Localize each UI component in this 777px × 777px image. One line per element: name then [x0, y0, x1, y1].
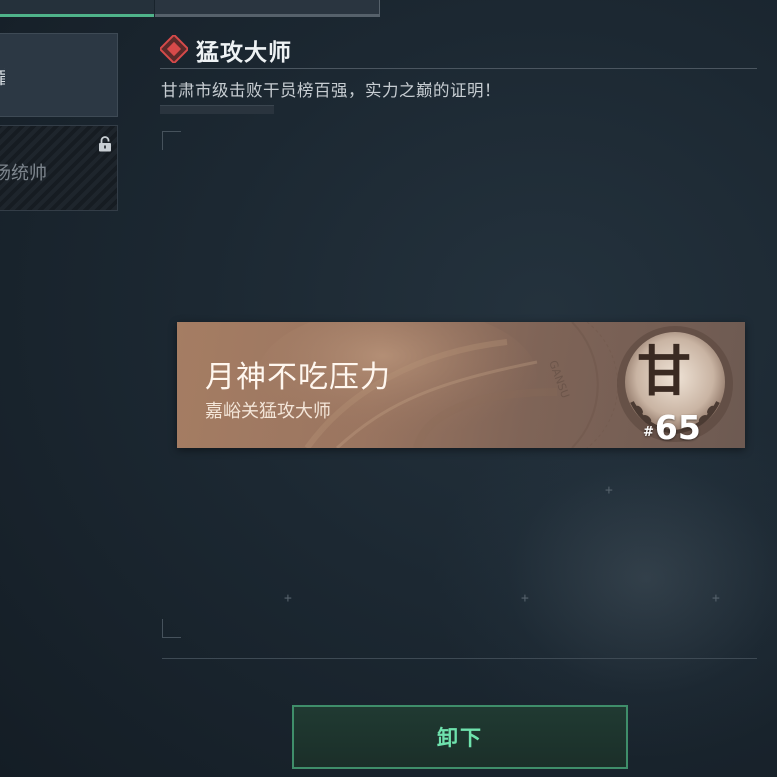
page-description: 甘肃市级击败干员榜百强，实力之巅的证明！: [161, 81, 501, 100]
crosshair-icon: +: [521, 591, 529, 606]
header-divider: [160, 68, 757, 69]
crosshair-icon: +: [712, 591, 720, 606]
frame-divider: [162, 658, 757, 659]
sidebar-item-label: 场统帅: [0, 163, 47, 184]
name-card[interactable]: GANSU 甘 月神不吃压力 嘉峪关猛攻大师 #65: [177, 322, 745, 448]
player-name: 月神不吃压力: [205, 360, 391, 395]
frame-corner: [162, 131, 181, 150]
card-subtitle: 嘉峪关猛攻大师: [205, 401, 331, 422]
sidebar-item-label: 盲: [0, 64, 5, 90]
tab-inactive[interactable]: [155, 0, 380, 17]
rank-hash: #: [643, 425, 654, 440]
unequip-button[interactable]: 卸下: [292, 705, 628, 769]
crosshair-icon: +: [284, 591, 292, 606]
tab-active[interactable]: [0, 0, 154, 17]
rank-value: 65: [654, 408, 701, 447]
decorative-code-strip: [160, 105, 274, 114]
lock-icon: [98, 136, 112, 156]
sidebar-item-2[interactable]: 场统帅: [0, 125, 118, 211]
sidebar-item-1[interactable]: 盲: [0, 33, 118, 117]
frame-corner: [162, 619, 181, 638]
crosshair-icon: +: [605, 483, 613, 498]
badge-glyph: 甘: [637, 339, 691, 403]
rank-number: #65: [643, 408, 701, 447]
game-screen: 盲 场统帅 猛攻大师 甘肃市级击败干员榜百强，实力之巅的证明！ + + + +: [0, 0, 777, 777]
unequip-button-label: 卸下: [437, 726, 483, 750]
diamond-icon: [158, 33, 190, 67]
page-title: 猛攻大师: [196, 40, 292, 66]
